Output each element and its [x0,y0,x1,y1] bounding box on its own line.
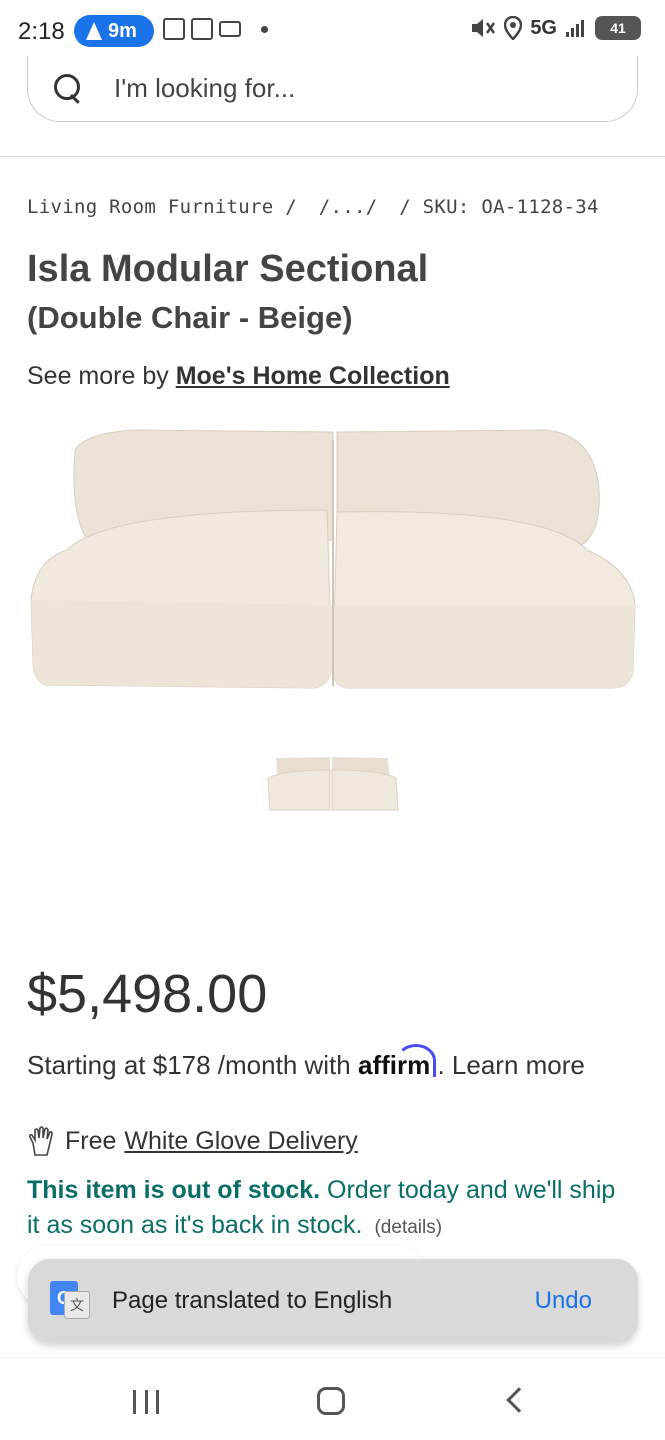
details-link[interactable]: (details) [374,1217,442,1238]
financing-prefix: Starting at $178 /month with [27,1050,351,1080]
breadcrumb: Living Room Furniture / /.../ / SKU: OA-… [27,196,609,218]
nav-arrow-icon [86,22,102,40]
notification-icon [163,18,185,40]
white-glove-delivery-link[interactable]: White Glove Delivery [124,1127,357,1156]
notification-icons [163,18,268,40]
mail-icon [219,21,241,37]
home-icon[interactable] [317,1387,345,1415]
breadcrumb-item-sku: / SKU: OA-1128-34 [399,196,599,218]
see-more-prefix: See more by [27,362,169,390]
see-more-by: See more by Moe's Home Collection [27,362,450,391]
delivery-prefix: Free [65,1126,117,1155]
status-bar: 2:18 9m 5G 41 [0,0,665,62]
network-label: 5G [530,16,557,39]
header-divider [0,156,665,157]
back-icon[interactable] [506,1387,532,1413]
location-icon [504,16,523,40]
delivery-info: Free White Glove Delivery [27,1125,358,1157]
system-nav-bar [0,1357,665,1440]
box-icon [191,18,213,40]
search-placeholder: I'm looking for... [114,73,296,103]
affirm-logo: affirm [357,1050,431,1080]
learn-more-link[interactable]: . Learn more [437,1050,584,1080]
search-icon [54,73,84,104]
nav-pill-label: 9m [108,19,137,42]
recent-apps-icon[interactable] [133,1390,159,1414]
financing-info: Starting at $178 /month with affirm . Le… [27,1050,585,1081]
battery-icon: 41 [595,16,641,40]
search-input[interactable]: I'm looking for... [27,56,638,122]
product-price: $5,498.00 [27,964,268,1024]
breadcrumb-item-ellipsis[interactable]: /.../ [319,196,378,218]
signal-icon [566,20,584,37]
glove-icon [28,1126,53,1156]
navigation-pill: 9m [74,15,154,47]
undo-button[interactable]: Undo [535,1287,592,1315]
toast-message: Page translated to English [112,1287,393,1314]
translate-toast: G 文 Page translated to English Undo [28,1259,638,1343]
status-right: 5G 41 [470,16,641,40]
product-image[interactable] [27,420,638,700]
breadcrumb-item-category[interactable]: Living Room Furniture / [27,196,297,218]
dot-icon [261,25,268,33]
stock-status: This item is out of stock. Order today a… [27,1173,627,1245]
status-time: 2:18 [18,18,65,45]
product-subtitle: (Double Chair - Beige) [27,300,353,335]
out-of-stock-label: This item is out of stock. [27,1176,321,1204]
page-title: Isla Modular Sectional [27,248,429,290]
google-translate-icon: G 文 [50,1281,90,1321]
mute-icon [472,19,496,37]
product-thumbnail[interactable] [264,752,400,814]
brand-link[interactable]: Moe's Home Collection [176,362,450,390]
